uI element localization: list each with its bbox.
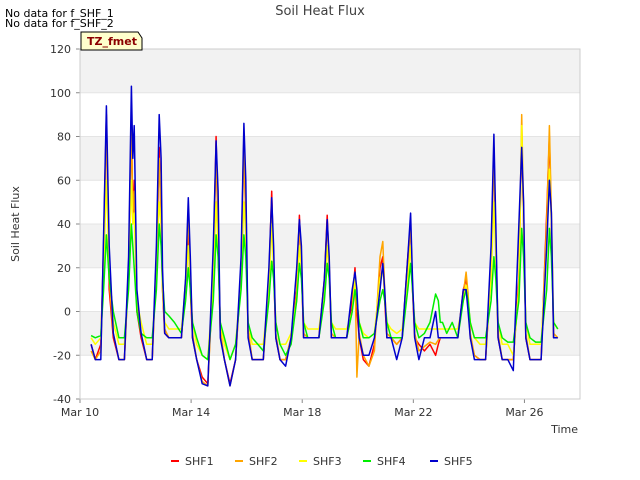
y-tick-label: 40 [57, 218, 71, 231]
x-axis-ticks: Mar 10 Mar 14 Mar 18 Mar 22 Mar 26 [61, 399, 544, 419]
y-axis-ticks: -40 -20 0 20 40 60 80 100 120 [50, 43, 80, 406]
y-tick-label: 80 [57, 131, 71, 144]
x-tick-label: Mar 18 [283, 406, 321, 419]
legend-label-shf5: SHF5 [444, 455, 473, 468]
y-tick-label: -40 [53, 393, 71, 406]
y-axis-label: Soil Heat Flux [9, 186, 22, 262]
tz-badge-label: TZ_fmet [87, 35, 137, 48]
tz-badge: TZ_fmet [80, 31, 143, 51]
x-axis-label: Time [550, 423, 578, 436]
grid-band [80, 49, 580, 93]
y-tick-label: 60 [57, 174, 71, 187]
y-tick-label: 100 [50, 87, 71, 100]
legend-label-shf4: SHF4 [377, 455, 406, 468]
x-tick-label: Mar 10 [61, 406, 99, 419]
grid-band [80, 136, 580, 181]
y-tick-label: 0 [64, 306, 71, 319]
x-tick-label: Mar 26 [505, 406, 543, 419]
plot-background [80, 48, 580, 400]
legend-label-shf2: SHF2 [249, 455, 278, 468]
chart-title: Soil Heat Flux [275, 4, 365, 19]
legend: SHF1 SHF2 SHF3 SHF4 SHF5 [171, 455, 473, 468]
soil-heat-flux-chart: Soil Heat Flux -40 -20 0 20 40 60 80 100 120 Mar… [9, 4, 581, 468]
legend-label-shf3: SHF3 [313, 455, 342, 468]
y-tick-label: 120 [50, 43, 71, 56]
y-tick-label: 20 [57, 262, 71, 275]
y-tick-label: -20 [53, 349, 71, 362]
legend-label-shf1: SHF1 [185, 455, 214, 468]
grid-band [80, 311, 580, 356]
x-tick-label: Mar 14 [172, 406, 210, 419]
x-tick-label: Mar 22 [394, 406, 432, 419]
